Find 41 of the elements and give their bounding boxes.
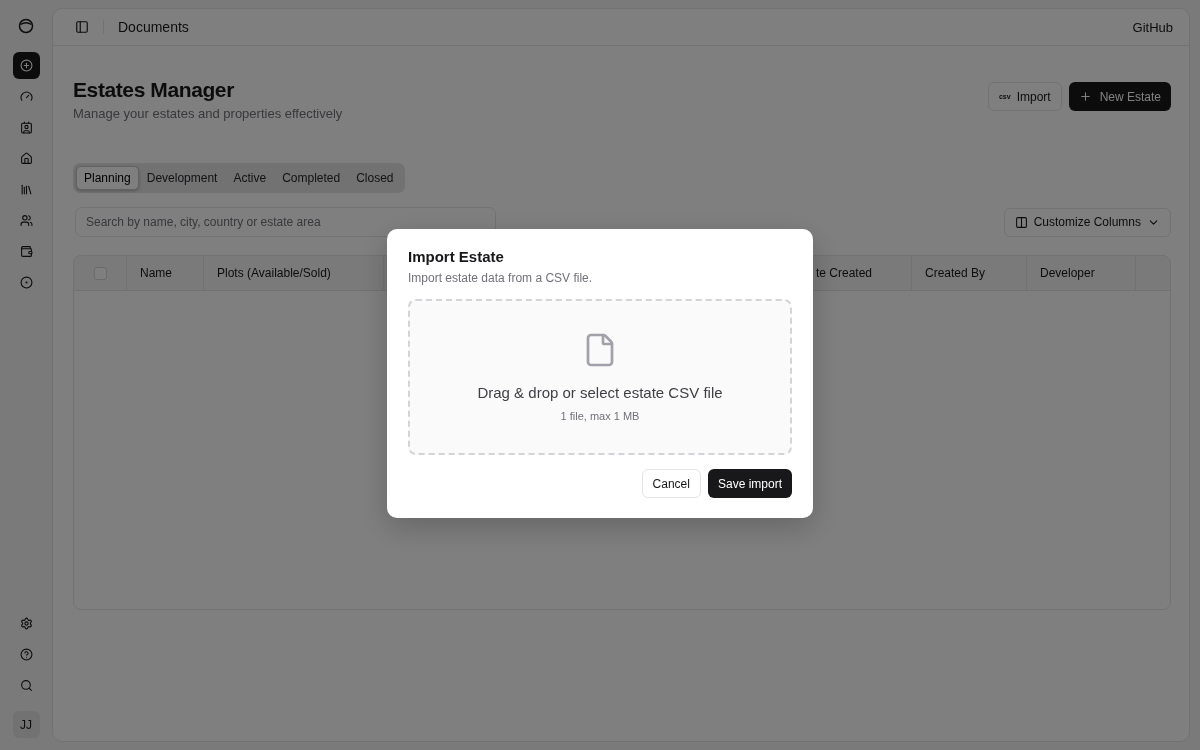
breadcrumb: Documents: [118, 19, 190, 35]
home-icon: [19, 152, 33, 165]
logo-icon: [18, 18, 34, 34]
users-icon: [19, 214, 33, 227]
dialog-title: Import Estate: [408, 248, 505, 265]
gauge-icon: [19, 90, 33, 103]
tab[interactable]: Closed: [348, 166, 402, 190]
column-header: Plots (Available/Sold): [204, 256, 384, 290]
plus-circle-icon: [19, 59, 33, 72]
settings-icon: [19, 617, 33, 630]
dialog-description: Import estate data from a CSV file.: [408, 271, 594, 285]
new-estate-button[interactable]: New Estate: [1068, 82, 1171, 111]
save-import-button[interactable]: Save import: [707, 469, 792, 498]
tab[interactable]: Completed: [274, 166, 349, 190]
panel-icon: [75, 20, 89, 34]
github-link[interactable]: GitHub: [1132, 19, 1173, 35]
cancel-button[interactable]: Cancel: [641, 469, 701, 498]
circle-icon: [19, 276, 33, 289]
file-dropzone[interactable]: Drag & drop or select estate CSV file 1 file, max 1 MB: [408, 299, 792, 455]
help-icon: [19, 648, 33, 661]
column-header: Name: [127, 256, 204, 290]
page-subtitle: Manage your estates and properties effectively: [73, 106, 343, 121]
user-avatar[interactable]: JJ: [12, 711, 40, 738]
column-header: Developer: [1027, 256, 1136, 290]
columns-icon: [1014, 215, 1028, 229]
customize-columns-button[interactable]: Customize Columns: [1003, 207, 1171, 237]
page-title: Estates Manager: [73, 78, 235, 102]
search-field[interactable]: Search by name, city, country or estate area: [75, 207, 496, 237]
column-header: Created By: [912, 256, 1027, 290]
tab[interactable]: Active: [225, 166, 275, 190]
dropzone-hint: 1 file, max 1 MB: [560, 410, 640, 422]
books-icon: [19, 183, 33, 196]
plus-icon: [1078, 90, 1092, 103]
tab[interactable]: Planning: [76, 166, 139, 190]
nav-button[interactable]: [12, 52, 40, 79]
sidebar-toggle-button[interactable]: [75, 20, 89, 34]
contact-book-icon: [19, 121, 33, 134]
wallet-icon: [19, 245, 33, 258]
search-icon: [19, 679, 33, 692]
tab[interactable]: Development: [138, 166, 226, 190]
dropzone-text: Drag & drop or select estate CSV file: [477, 384, 723, 401]
